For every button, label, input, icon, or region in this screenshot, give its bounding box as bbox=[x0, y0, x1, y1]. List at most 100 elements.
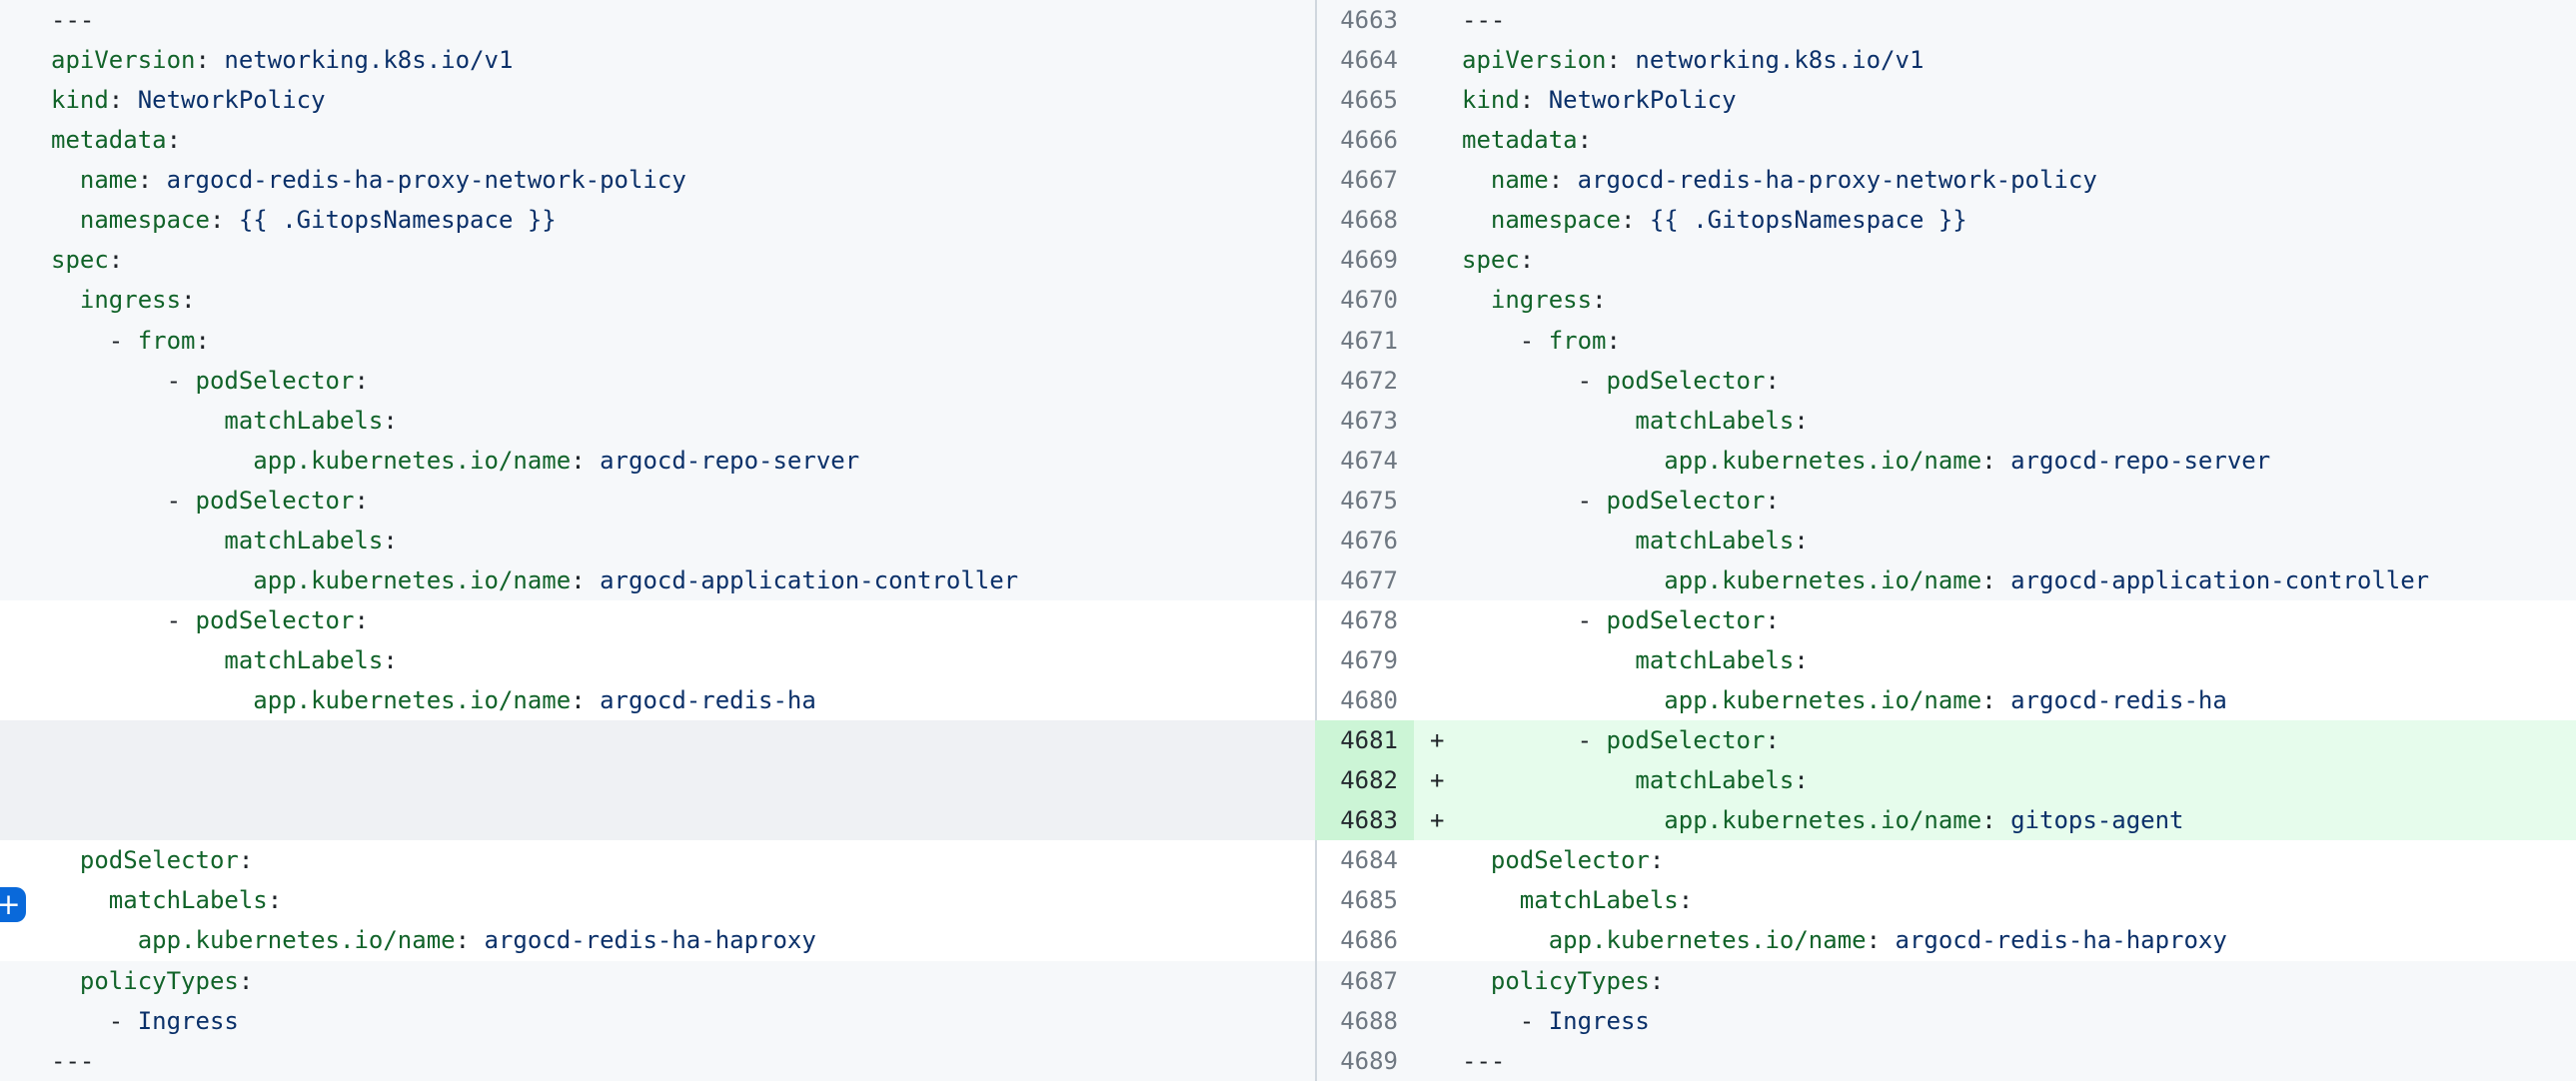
yaml-plain bbox=[1462, 286, 1491, 314]
left-code-cell: kind: NetworkPolicy bbox=[0, 80, 1315, 120]
yaml-plain: : bbox=[109, 246, 123, 274]
yaml-value: NetworkPolicy bbox=[1549, 86, 1737, 114]
right-code-cell: app.kubernetes.io/name: argocd-redis-ha bbox=[1414, 680, 2576, 720]
left-code-cell: - podSelector: bbox=[0, 361, 1315, 401]
right-line-number[interactable]: 4677 bbox=[1317, 560, 1414, 600]
yaml-key: ingress bbox=[80, 286, 181, 314]
yaml-plain bbox=[51, 206, 80, 234]
yaml-value: {{ .GitopsNamespace }} bbox=[239, 206, 557, 234]
yaml-key: podSelector bbox=[1607, 487, 1766, 515]
right-line-number[interactable]: 4673 bbox=[1317, 401, 1414, 441]
yaml-key: app.kubernetes.io/name bbox=[253, 447, 571, 475]
right-line-number[interactable]: 4686 bbox=[1317, 920, 1414, 960]
yaml-plain: : bbox=[1981, 566, 2010, 594]
yaml-plain: --- bbox=[51, 6, 94, 34]
yaml-plain: - bbox=[1462, 367, 1607, 395]
yaml-key: matchLabels bbox=[224, 407, 383, 435]
right-code-cell: --- bbox=[1414, 1041, 2576, 1081]
right-line-number[interactable]: 4684 bbox=[1317, 840, 1414, 880]
left-code-cell: policyTypes: bbox=[0, 961, 1315, 1001]
yaml-plain: : bbox=[383, 527, 397, 554]
right-line-number[interactable]: 4687 bbox=[1317, 961, 1414, 1001]
add-comment-button[interactable]: + bbox=[0, 887, 26, 922]
right-line-number[interactable]: 4666 bbox=[1317, 120, 1414, 160]
diff-row: app.kubernetes.io/name: argocd-redis-ha-… bbox=[0, 920, 2576, 960]
left-code-cell: matchLabels: bbox=[0, 640, 1315, 680]
right-line-number[interactable]: 4689 bbox=[1317, 1041, 1414, 1081]
yaml-plain: : bbox=[1592, 286, 1606, 314]
right-line-number[interactable]: 4675 bbox=[1317, 481, 1414, 521]
yaml-plain: : bbox=[354, 367, 368, 395]
right-line-number[interactable]: 4668 bbox=[1317, 200, 1414, 240]
yaml-key: namespace bbox=[1491, 206, 1621, 234]
right-line-number[interactable]: 4674 bbox=[1317, 441, 1414, 481]
right-line-number[interactable]: 4671 bbox=[1317, 321, 1414, 361]
diff-row: - Ingress4688 - Ingress bbox=[0, 1001, 2576, 1041]
yaml-value: argocd-application-controller bbox=[600, 566, 1018, 594]
yaml-plain: : bbox=[196, 46, 225, 74]
yaml-plain: - bbox=[1462, 327, 1549, 355]
yaml-plain bbox=[51, 447, 253, 475]
yaml-plain bbox=[1462, 447, 1664, 475]
yaml-plain: - bbox=[1462, 487, 1607, 515]
right-line-number[interactable]: 4663 bbox=[1317, 0, 1414, 40]
yaml-value: {{ .GitopsNamespace }} bbox=[1650, 206, 1967, 234]
yaml-key: app.kubernetes.io/name bbox=[138, 926, 456, 954]
right-line-number[interactable]: 4672 bbox=[1317, 361, 1414, 401]
diff-row: - podSelector:4678 - podSelector: bbox=[0, 600, 2576, 640]
right-line-number[interactable]: 4678 bbox=[1317, 600, 1414, 640]
yaml-value: argocd-redis-ha-haproxy bbox=[485, 926, 816, 954]
yaml-plain: : bbox=[571, 566, 600, 594]
diff-row: - podSelector:4675 - podSelector: bbox=[0, 481, 2576, 521]
yaml-plain: --- bbox=[1462, 1047, 1505, 1075]
yaml-plain: : bbox=[1765, 487, 1779, 515]
left-code-cell: app.kubernetes.io/name: argocd-applicati… bbox=[0, 560, 1315, 600]
diff-table: ---4663---apiVersion: networking.k8s.io/… bbox=[0, 0, 2576, 1081]
right-code-cell: - podSelector: bbox=[1414, 481, 2576, 521]
right-line-number[interactable]: 4680 bbox=[1317, 680, 1414, 720]
right-line-number[interactable]: 4683 bbox=[1317, 800, 1414, 840]
yaml-key: metadata bbox=[51, 126, 167, 154]
right-line-number[interactable]: 4665 bbox=[1317, 80, 1414, 120]
left-code-cell: ingress: bbox=[0, 280, 1315, 320]
left-code-cell: --- bbox=[0, 0, 1315, 40]
right-code-cell: matchLabels: bbox=[1414, 640, 2576, 680]
right-line-number[interactable]: 4682 bbox=[1317, 760, 1414, 800]
right-code-cell: policyTypes: bbox=[1414, 961, 2576, 1001]
right-code-cell: metadata: bbox=[1414, 120, 2576, 160]
yaml-key: name bbox=[80, 166, 138, 194]
right-line-number[interactable]: 4667 bbox=[1317, 160, 1414, 200]
right-code-cell: - Ingress bbox=[1414, 1001, 2576, 1041]
yaml-plain: : bbox=[1765, 726, 1779, 754]
right-code-cell: - podSelector: bbox=[1414, 600, 2576, 640]
right-line-number[interactable]: 4676 bbox=[1317, 521, 1414, 560]
yaml-key: kind bbox=[1462, 86, 1520, 114]
yaml-plain: : bbox=[268, 886, 282, 914]
yaml-plain: - bbox=[1462, 606, 1607, 634]
right-line-number[interactable]: 4688 bbox=[1317, 1001, 1414, 1041]
yaml-plain bbox=[1462, 527, 1635, 554]
right-line-number[interactable]: 4679 bbox=[1317, 640, 1414, 680]
left-code-cell: - from: bbox=[0, 321, 1315, 361]
right-line-number[interactable]: 4670 bbox=[1317, 280, 1414, 320]
right-line-number[interactable]: 4681 bbox=[1317, 720, 1414, 760]
yaml-plain: - bbox=[51, 327, 138, 355]
right-line-number[interactable]: 4685 bbox=[1317, 880, 1414, 920]
diff-row: matchLabels:4685 matchLabels: bbox=[0, 880, 2576, 920]
right-line-number[interactable]: 4669 bbox=[1317, 240, 1414, 280]
yaml-plain: - bbox=[51, 487, 196, 515]
yaml-key: apiVersion bbox=[1462, 46, 1607, 74]
yaml-plain: - bbox=[1462, 1007, 1549, 1035]
yaml-plain: : bbox=[1520, 86, 1549, 114]
diff-row: - from:4671 - from: bbox=[0, 321, 2576, 361]
yaml-value: argocd-redis-ha-proxy-network-policy bbox=[1578, 166, 2097, 194]
yaml-plain: - bbox=[1462, 726, 1607, 754]
yaml-plain: : bbox=[1765, 367, 1779, 395]
yaml-plain: --- bbox=[1462, 6, 1505, 34]
right-line-number[interactable]: 4664 bbox=[1317, 40, 1414, 80]
yaml-key: metadata bbox=[1462, 126, 1578, 154]
left-code-cell: app.kubernetes.io/name: argocd-repo-serv… bbox=[0, 441, 1315, 481]
yaml-plain: : bbox=[138, 166, 167, 194]
yaml-plain: - bbox=[51, 1007, 138, 1035]
yaml-plain: : bbox=[167, 126, 181, 154]
